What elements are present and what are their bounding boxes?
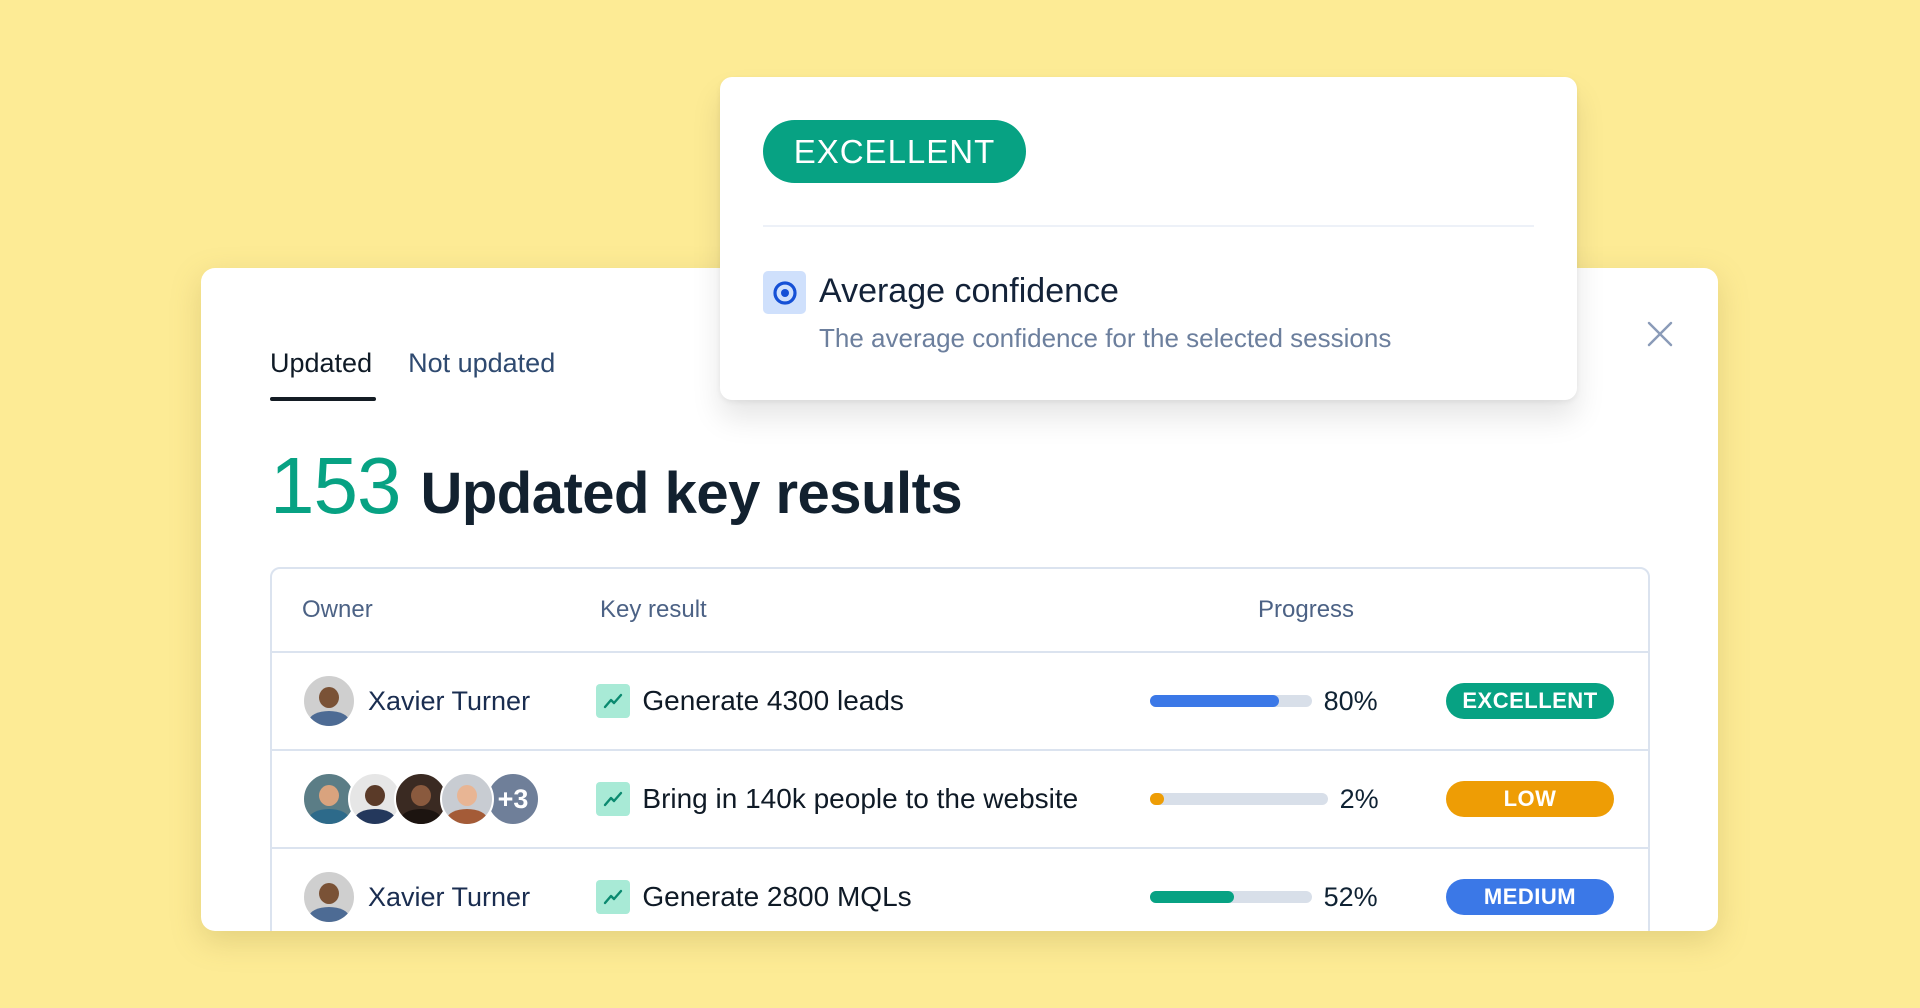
page-heading: 153 Updated key results <box>270 440 963 532</box>
owner-name: Xavier Turner <box>368 881 531 912</box>
status-badge: LOW <box>1446 781 1614 817</box>
key-result-link[interactable]: Generate 2800 MQLs <box>642 881 911 913</box>
key-result-cell: Generate 4300 leads <box>596 684 1149 718</box>
page-title: Updated key results <box>420 461 963 526</box>
close-icon <box>1647 321 1673 347</box>
owner-cell: Xavier Turner <box>272 870 596 924</box>
confidence-tooltip: EXCELLENT Average confidence The average… <box>720 77 1577 400</box>
progress-cell: 80% <box>1149 685 1446 717</box>
progress-fill <box>1149 695 1280 707</box>
progress-cell: 52% <box>1149 881 1446 913</box>
trend-icon <box>596 684 631 718</box>
key-result-link[interactable]: Generate 4300 leads <box>642 685 904 717</box>
target-icon <box>763 271 806 314</box>
progress-percent: 80% <box>1323 685 1378 716</box>
close-button[interactable] <box>1646 320 1674 348</box>
progress-fill <box>1149 793 1164 805</box>
confidence-badge: EXCELLENT <box>763 120 1026 183</box>
header-owner[interactable]: Owner <box>272 596 600 624</box>
status-badge: EXCELLENT <box>1446 683 1614 719</box>
confidence-title: Average confidence <box>819 272 1119 310</box>
key-result-cell: Generate 2800 MQLs <box>596 880 1149 914</box>
tab-not-updated[interactable]: Not updated <box>408 348 555 401</box>
progress-bar <box>1149 695 1312 707</box>
owner-cell: +3 <box>272 772 596 826</box>
avatar <box>440 772 494 826</box>
owner-name: Xavier Turner <box>368 685 531 716</box>
avatar[interactable] <box>302 674 356 728</box>
avatar[interactable] <box>302 870 356 924</box>
header-key-result[interactable]: Key result <box>600 596 1160 624</box>
key-result-link[interactable]: Bring in 140k people to the website <box>642 783 1078 815</box>
table-row[interactable]: Xavier Turner Generate 4300 leads 80% EX… <box>272 653 1648 751</box>
header-progress[interactable]: Progress <box>1160 596 1460 624</box>
table-row[interactable]: Xavier Turner Generate 2800 MQLs 52% MED… <box>272 849 1648 931</box>
progress-bar <box>1149 793 1328 805</box>
divider <box>763 225 1534 227</box>
progress-cell: 2% <box>1149 783 1446 815</box>
key-result-cell: Bring in 140k people to the website <box>596 782 1149 816</box>
key-results-table: Owner Key result Progress Xavier Turner … <box>270 567 1650 931</box>
more-owners-badge[interactable]: +3 <box>486 772 540 826</box>
table-row[interactable]: +3 Bring in 140k people to the website 2… <box>272 751 1648 849</box>
tab-bar: Updated Not updated <box>270 348 555 401</box>
owner-cell: Xavier Turner <box>272 674 596 728</box>
progress-percent: 52% <box>1323 881 1378 912</box>
status-badge: MEDIUM <box>1446 879 1614 915</box>
results-count: 153 <box>270 441 401 530</box>
trend-icon <box>596 782 631 816</box>
table-header: Owner Key result Progress <box>272 569 1648 653</box>
avatar-group[interactable]: +3 <box>302 772 540 826</box>
progress-percent: 2% <box>1339 783 1379 814</box>
progress-fill <box>1149 891 1234 903</box>
confidence-description: The average confidence for the selected … <box>819 323 1392 353</box>
tab-updated[interactable]: Updated <box>270 348 377 401</box>
progress-bar <box>1149 891 1312 903</box>
trend-icon <box>596 880 631 914</box>
